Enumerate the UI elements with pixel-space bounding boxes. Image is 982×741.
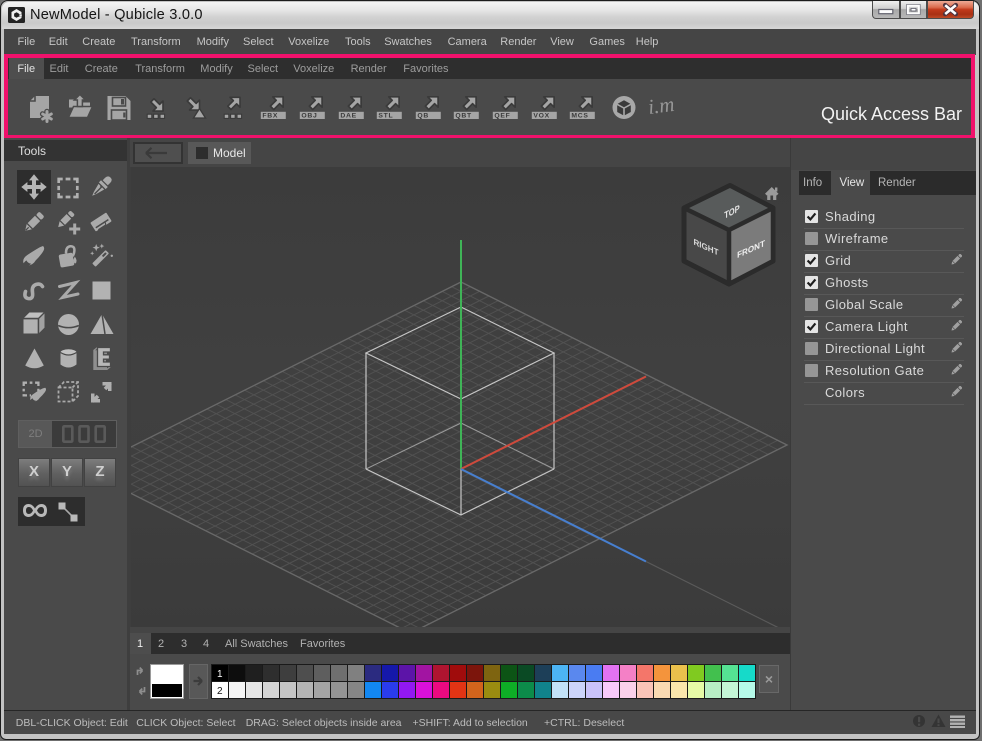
svg-text:FBX: FBX: [263, 113, 279, 120]
svg-text:VOX: VOX: [533, 113, 549, 120]
svg-text:MCS: MCS: [572, 113, 589, 120]
svg-text:QBT: QBT: [456, 113, 473, 120]
svg-text:QEF: QEF: [494, 113, 510, 120]
svg-text:1: 1: [217, 669, 223, 680]
svg-text:QB: QB: [417, 113, 429, 120]
svg-text:2: 2: [217, 686, 223, 697]
svg-text:i.m: i.m: [647, 92, 676, 119]
svg-text:STL: STL: [379, 113, 394, 120]
svg-text:DAE: DAE: [340, 113, 356, 120]
svg-text:OBJ: OBJ: [301, 113, 317, 120]
